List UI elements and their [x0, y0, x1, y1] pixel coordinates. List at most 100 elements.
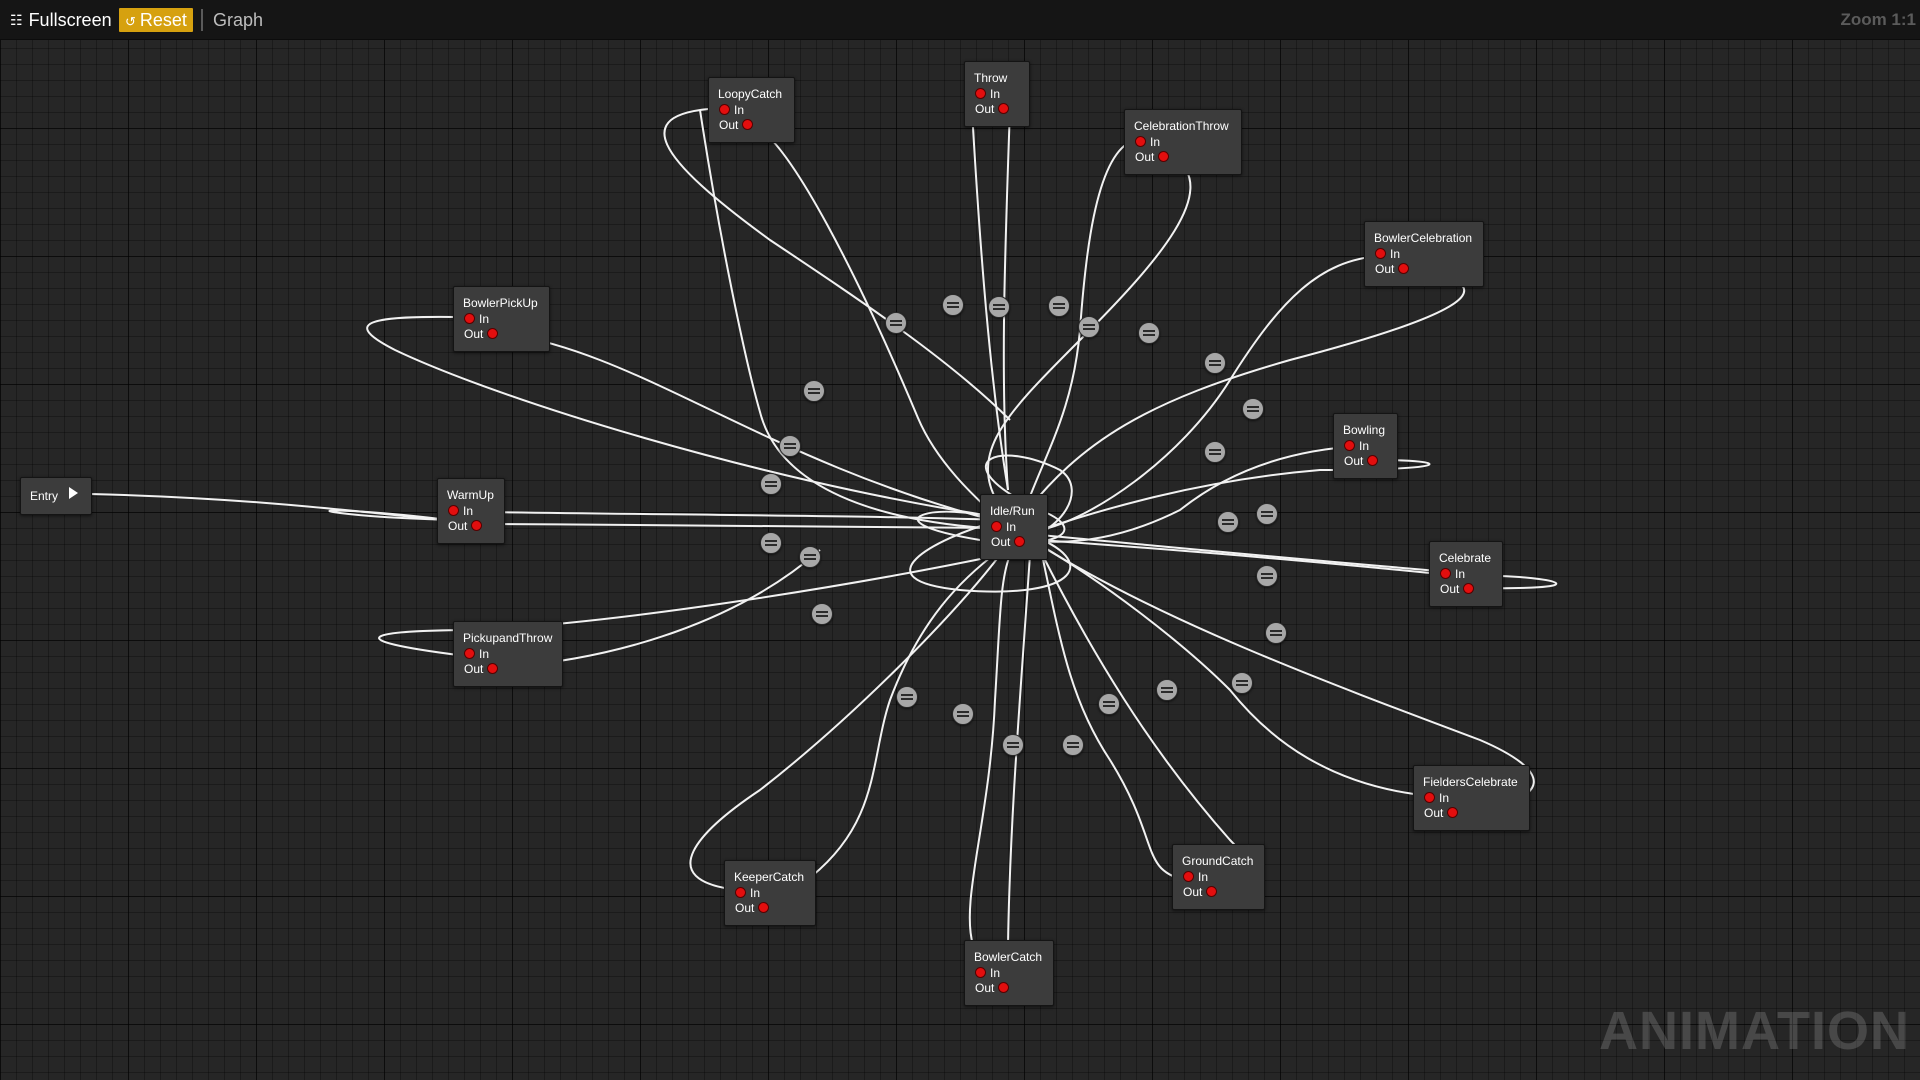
transition-rule-icon[interactable] [779, 435, 801, 457]
transition-rule-icon[interactable] [988, 296, 1010, 318]
transition-rule-icon[interactable] [885, 312, 907, 334]
out-pin-dot[interactable] [1158, 151, 1170, 162]
transition-rule-icon[interactable] [1256, 503, 1278, 525]
transition-rule-icon[interactable] [760, 532, 782, 554]
in-pin: In [464, 647, 489, 661]
in-pin-dot[interactable] [1183, 871, 1194, 882]
transition-rule-icon[interactable] [1204, 352, 1226, 374]
zoom-level: Zoom 1:1 [1840, 10, 1916, 29]
transition-rule-icon[interactable] [1156, 679, 1178, 701]
state-title: Celebrate [1439, 551, 1492, 565]
out-pin-dot[interactable] [487, 328, 499, 339]
in-pin: In [448, 504, 473, 518]
fullscreen-button[interactable]: ☷ Fullscreen [10, 8, 112, 32]
out-pin: Out [1375, 262, 1410, 276]
in-pin-dot[interactable] [464, 648, 475, 659]
state-title: Idle/Run [990, 504, 1035, 518]
state-node-celebrate[interactable]: Celebrate In Out [1429, 541, 1503, 607]
out-pin-dot[interactable] [1206, 886, 1218, 897]
in-pin-dot[interactable] [1440, 568, 1451, 579]
transition-rule-icon[interactable] [1265, 622, 1287, 644]
transition-rule-icon[interactable] [1204, 441, 1226, 463]
transition-rule-icon[interactable] [1048, 295, 1070, 317]
transition-rule-icon[interactable] [1217, 511, 1239, 533]
state-node-groundcatch[interactable]: GroundCatch In Out [1172, 844, 1265, 910]
in-pin-dot[interactable] [719, 104, 730, 115]
state-title: BowlerCatch [974, 950, 1043, 964]
out-pin-dot[interactable] [998, 982, 1010, 993]
out-pin: Out [991, 535, 1026, 549]
in-pin: In [735, 886, 760, 900]
transition-rule-icon[interactable] [1256, 565, 1278, 587]
state-node-warmup[interactable]: WarmUp In Out [437, 478, 505, 544]
state-node-bowlerpickup[interactable]: BowlerPickUp In Out [453, 286, 550, 352]
out-pin-dot[interactable] [471, 520, 483, 531]
in-pin-dot[interactable] [735, 887, 746, 898]
out-pin: Out [719, 118, 754, 132]
transition-rule-icon[interactable] [942, 294, 964, 316]
entry-label: Entry [30, 489, 59, 503]
state-node-bowling[interactable]: Bowling In Out [1333, 413, 1398, 479]
state-node-idle-run[interactable]: Idle/Run In Out [980, 494, 1048, 560]
transition-rule-icon[interactable] [1138, 322, 1160, 344]
in-pin: In [991, 520, 1016, 534]
transition-rule-icon[interactable] [896, 686, 918, 708]
breadcrumb-graph[interactable]: Graph [213, 8, 263, 32]
in-pin-dot[interactable] [975, 967, 986, 978]
out-pin-dot[interactable] [1367, 455, 1379, 466]
in-pin-dot[interactable] [975, 88, 986, 99]
transition-rule-icon[interactable] [760, 473, 782, 495]
in-pin-dot[interactable] [1344, 440, 1355, 451]
transition-rule-icon[interactable] [1231, 672, 1253, 694]
state-node-loopycatch[interactable]: LoopyCatch In Out [708, 77, 795, 143]
out-pin: Out [464, 327, 499, 341]
state-node-fielderscelebrate[interactable]: FieldersCelebrate In Out [1413, 765, 1530, 831]
out-pin-dot[interactable] [758, 902, 770, 913]
transition-rule-icon[interactable] [1098, 693, 1120, 715]
in-pin-dot[interactable] [448, 505, 459, 516]
entry-node[interactable]: Entry [20, 477, 92, 515]
in-pin-dot[interactable] [1375, 248, 1386, 259]
in-pin: In [464, 312, 489, 326]
transition-rule-icon[interactable] [811, 603, 833, 625]
reset-label: Reset [139, 10, 187, 30]
in-pin-dot[interactable] [464, 313, 475, 324]
out-pin-dot[interactable] [1398, 263, 1410, 274]
out-pin-dot[interactable] [1447, 807, 1459, 818]
out-pin-dot[interactable] [742, 119, 754, 130]
state-node-bowlercatch[interactable]: BowlerCatch In Out [964, 940, 1054, 1006]
in-pin-dot[interactable] [1424, 792, 1435, 803]
entry-output-pin[interactable] [69, 487, 78, 499]
state-title: FieldersCelebrate [1423, 775, 1518, 789]
state-title: Throw [974, 71, 1008, 85]
in-pin: In [1424, 791, 1449, 805]
in-pin: In [975, 966, 1000, 980]
out-pin-dot[interactable] [1463, 583, 1475, 594]
out-pin: Out [1135, 150, 1170, 164]
state-node-bowlercelebration[interactable]: BowlerCelebration In Out [1364, 221, 1484, 287]
state-title: LoopyCatch [718, 87, 783, 101]
transition-rule-icon[interactable] [1002, 734, 1024, 756]
graph-type-watermark: ANIMATION [1599, 1001, 1910, 1061]
in-pin: In [1440, 567, 1465, 581]
state-node-celebrationthrow[interactable]: CelebrationThrow In Out [1124, 109, 1242, 175]
transition-rule-icon[interactable] [952, 703, 974, 725]
out-pin-dot[interactable] [998, 103, 1010, 114]
in-pin-dot[interactable] [991, 521, 1002, 532]
state-node-keepercatch[interactable]: KeeperCatch In Out [724, 860, 816, 926]
transition-rule-icon[interactable] [799, 546, 821, 568]
out-pin: Out [1424, 806, 1459, 820]
reset-button[interactable]: ↺ Reset [119, 8, 193, 32]
in-pin-dot[interactable] [1135, 136, 1146, 147]
transition-rule-icon[interactable] [1078, 316, 1100, 338]
fullscreen-label: Fullscreen [28, 10, 112, 30]
transition-wires [89, 107, 1558, 946]
transition-rule-icon[interactable] [803, 380, 825, 402]
in-pin: In [975, 87, 1000, 101]
transition-rule-icon[interactable] [1242, 398, 1264, 420]
transition-rule-icon[interactable] [1062, 734, 1084, 756]
out-pin-dot[interactable] [487, 663, 499, 674]
state-node-throw[interactable]: Throw In Out [964, 61, 1030, 127]
state-node-pickupandthrow[interactable]: PickupandThrow In Out [453, 621, 563, 687]
out-pin-dot[interactable] [1014, 536, 1026, 547]
